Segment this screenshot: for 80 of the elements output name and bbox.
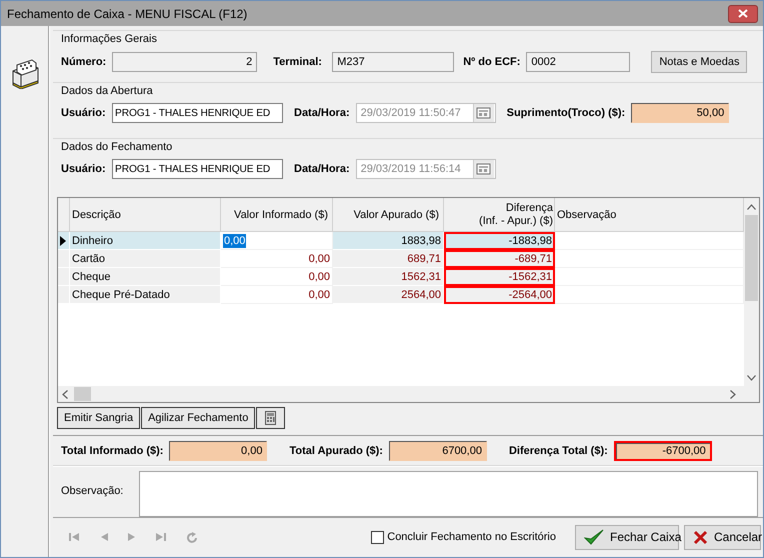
total-field: 6700,00 bbox=[388, 441, 487, 461]
column-header[interactable]: Observação bbox=[555, 198, 744, 232]
notes-button[interactable]: Notas e Moedas bbox=[651, 51, 748, 73]
calculator-icon bbox=[265, 411, 276, 425]
input-field[interactable]: PROG1 - THALES HENRIQUE ED bbox=[112, 159, 283, 179]
table-cell: 1883,98 bbox=[333, 232, 444, 250]
cross-icon bbox=[693, 530, 708, 544]
total-field: -6700,00 bbox=[614, 441, 712, 461]
group-title: Dados da Abertura bbox=[61, 85, 153, 97]
close-button[interactable] bbox=[728, 4, 758, 22]
scroll-thumb[interactable] bbox=[74, 387, 91, 401]
table-cell: Cheque bbox=[70, 268, 221, 286]
table-row[interactable]: Cheque 0,00 1562,31 -1562,31 bbox=[58, 268, 744, 286]
field-label: Terminal: bbox=[273, 56, 323, 68]
field-label: Data/Hora: bbox=[294, 107, 350, 119]
observation-field[interactable] bbox=[139, 471, 758, 517]
refresh-icon[interactable] bbox=[187, 532, 198, 542]
field-label: Nº do ECF: bbox=[463, 56, 520, 68]
field-label: Data/Hora: bbox=[294, 163, 350, 175]
table-cell: -1562,31 bbox=[444, 268, 555, 286]
check-icon bbox=[584, 528, 604, 546]
field-label: Usuário: bbox=[61, 107, 106, 119]
column-header[interactable]: Valor Apurado ($) bbox=[333, 198, 444, 232]
first-record-icon[interactable] bbox=[69, 532, 80, 542]
close-icon bbox=[738, 9, 748, 18]
field-label: Suprimento(Troco) ($): bbox=[506, 107, 626, 119]
field-label: Observação: bbox=[61, 485, 124, 497]
last-record-icon[interactable] bbox=[156, 532, 167, 542]
scroll-left-icon[interactable] bbox=[62, 390, 68, 398]
table-cell: 0,00 bbox=[221, 250, 333, 268]
calculator-button[interactable] bbox=[256, 407, 286, 429]
table-cell: -2564,00 bbox=[444, 286, 555, 304]
action-button[interactable]: Agilizar Fechamento bbox=[141, 407, 256, 429]
table-cell: 0,00 bbox=[221, 286, 333, 304]
field-label: Diferença Total ($): bbox=[508, 445, 608, 457]
group-title: Informações Gerais bbox=[61, 33, 157, 45]
total-field: 0,00 bbox=[169, 441, 268, 461]
checkbox[interactable] bbox=[371, 530, 384, 544]
table-cell: Cartão bbox=[70, 250, 221, 268]
checkbox-label: Concluir Fechamento no Escritório bbox=[387, 531, 556, 543]
scroll-down-icon[interactable] bbox=[747, 375, 756, 381]
cancel-button[interactable]: Cancelar bbox=[684, 524, 761, 550]
group-title: Dados do Fechamento bbox=[61, 141, 172, 153]
table-cell: 0,00 bbox=[221, 268, 333, 286]
table-cell: -1883,98 bbox=[444, 232, 555, 250]
previous-record-icon[interactable] bbox=[100, 532, 108, 542]
input-field[interactable]: PROG1 - THALES HENRIQUE ED bbox=[112, 103, 283, 123]
table-cell: 2564,00 bbox=[333, 286, 444, 304]
column-header[interactable]: Diferença (Inf. - Apur.) ($) bbox=[444, 198, 555, 232]
table-cell: 1562,31 bbox=[333, 268, 444, 286]
column-header[interactable]: Descrição bbox=[70, 198, 221, 232]
table-cell: -689,71 bbox=[444, 250, 555, 268]
table-cell: 689,71 bbox=[333, 250, 444, 268]
action-button[interactable]: Emitir Sangria bbox=[57, 407, 140, 429]
scroll-thumb[interactable] bbox=[745, 215, 758, 301]
next-record-icon[interactable] bbox=[128, 532, 136, 542]
scroll-right-icon[interactable] bbox=[730, 390, 736, 398]
table-cell: Dinheiro bbox=[70, 232, 221, 250]
field-label: Número: bbox=[61, 56, 106, 68]
input-field[interactable]: 2 bbox=[112, 52, 258, 72]
field-label: Total Apurado ($): bbox=[289, 445, 383, 457]
table-row[interactable]: Cheque Pré-Datado 0,00 2564,00 -2564,00 bbox=[58, 286, 744, 304]
field-label: Usuário: bbox=[61, 163, 106, 175]
confirm-button[interactable]: Fechar Caixa bbox=[575, 524, 679, 550]
horizontal-scrollbar[interactable] bbox=[58, 386, 744, 402]
input-field[interactable]: M237 bbox=[332, 52, 454, 72]
row-pointer-icon bbox=[60, 236, 66, 246]
window-title: Fechamento de Caixa - MENU FISCAL (F12) bbox=[7, 6, 248, 20]
field-label: Total Informado ($): bbox=[61, 445, 164, 457]
column-header[interactable]: Valor Informado ($) bbox=[221, 198, 333, 232]
input-field[interactable]: 50,00 bbox=[631, 103, 730, 123]
input-field[interactable]: 0002 bbox=[526, 52, 630, 72]
table-cell: Cheque Pré-Datado bbox=[70, 286, 221, 304]
table-cell-editor[interactable]: 0,00 bbox=[221, 232, 333, 250]
vertical-scrollbar[interactable] bbox=[744, 198, 759, 386]
table-row[interactable]: Cartão 0,00 689,71 -689,71 bbox=[58, 250, 744, 268]
table-corner bbox=[58, 198, 70, 232]
table-row[interactable]: Dinheiro 0,00 1883,98 -1883,98 bbox=[58, 232, 744, 250]
scroll-up-icon[interactable] bbox=[747, 204, 756, 210]
cash-register-icon bbox=[10, 59, 40, 89]
